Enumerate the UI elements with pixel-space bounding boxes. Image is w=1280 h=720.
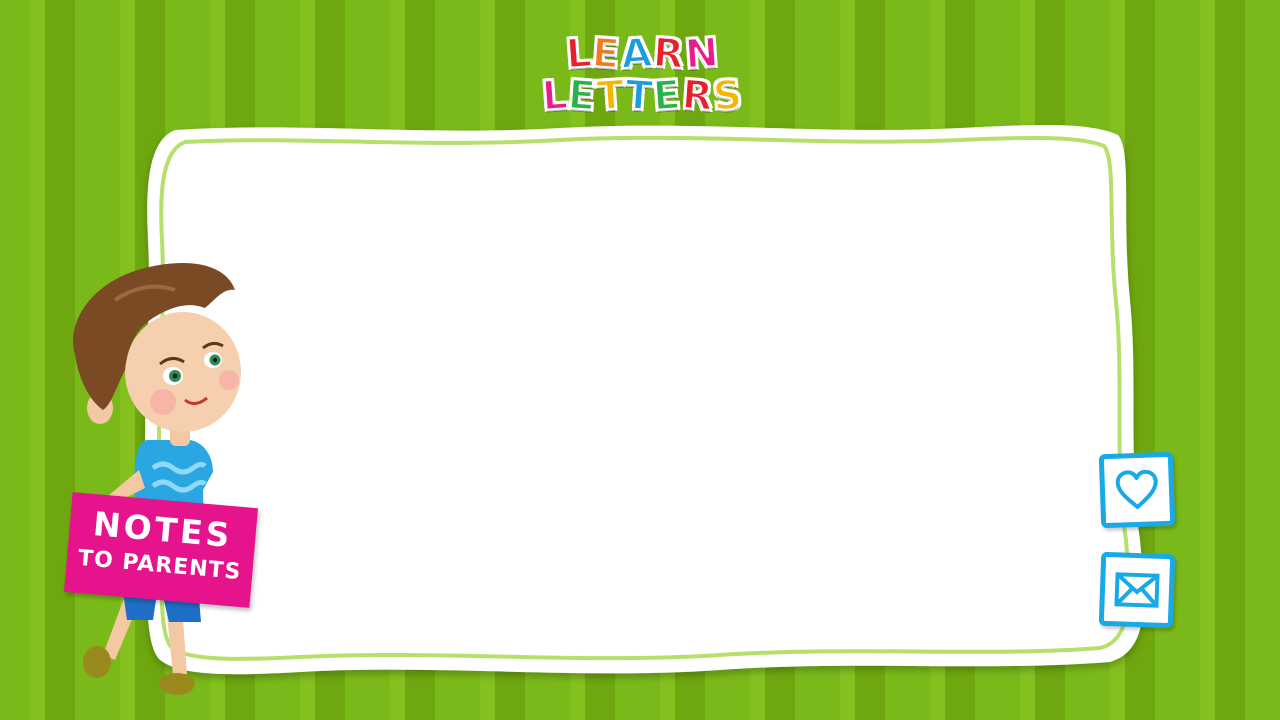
like-button[interactable] [1098,451,1176,529]
heart-icon [1115,469,1158,509]
boy-character [73,263,241,695]
left-shoe [83,646,111,678]
notes-to-parents-button[interactable]: NOTES TO PARENTS [63,492,259,608]
email-button[interactable] [1098,551,1176,629]
envelope-icon [1114,572,1160,608]
right-shoe [159,673,195,695]
